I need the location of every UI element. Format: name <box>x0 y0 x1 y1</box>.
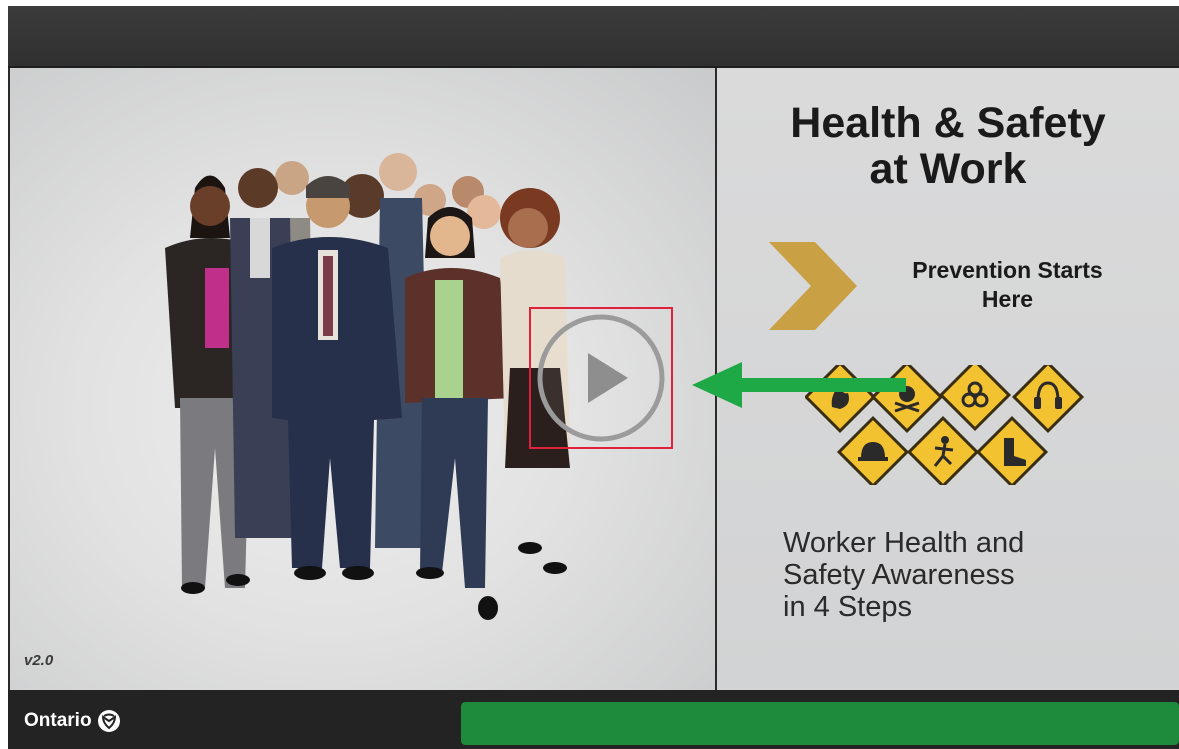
trillium-icon <box>97 710 120 732</box>
top-bar <box>8 6 1179 68</box>
tagline-line-2: Here <box>981 286 1034 312</box>
course-subtitle: Worker Health and Safety Awareness in 4 … <box>783 527 1024 623</box>
hearing-protection-icon <box>1012 365 1084 433</box>
course-subtitle-line-1: Worker Health and <box>783 527 1025 559</box>
progress-bar-fill <box>461 702 1179 745</box>
safety-boot-icon <box>976 416 1048 485</box>
version-label: v2.0 <box>24 652 54 669</box>
course-title: Health & Safety at Work <box>717 100 1179 192</box>
tagline: Prevention Starts Here <box>855 256 1160 314</box>
ontario-logo: Ontario <box>24 709 121 733</box>
course-subtitle-line-2: Safety Awareness <box>783 559 1015 591</box>
chevron-right-icon <box>769 242 857 330</box>
course-title-line-1: Health & Safety <box>790 99 1106 147</box>
arrow-left-icon <box>692 362 906 408</box>
course-title-line-2: at Work <box>869 145 1027 193</box>
biohazard-icon <box>939 365 1011 431</box>
tagline-line-1: Prevention Starts <box>912 257 1103 283</box>
fall-hazard-icon <box>907 416 979 485</box>
progress-bar[interactable] <box>461 702 1179 745</box>
play-icon[interactable] <box>534 313 668 443</box>
hard-hat-icon <box>837 416 909 485</box>
ontario-wordmark: Ontario <box>24 710 92 731</box>
course-subtitle-line-3: in 4 Steps <box>783 591 912 623</box>
